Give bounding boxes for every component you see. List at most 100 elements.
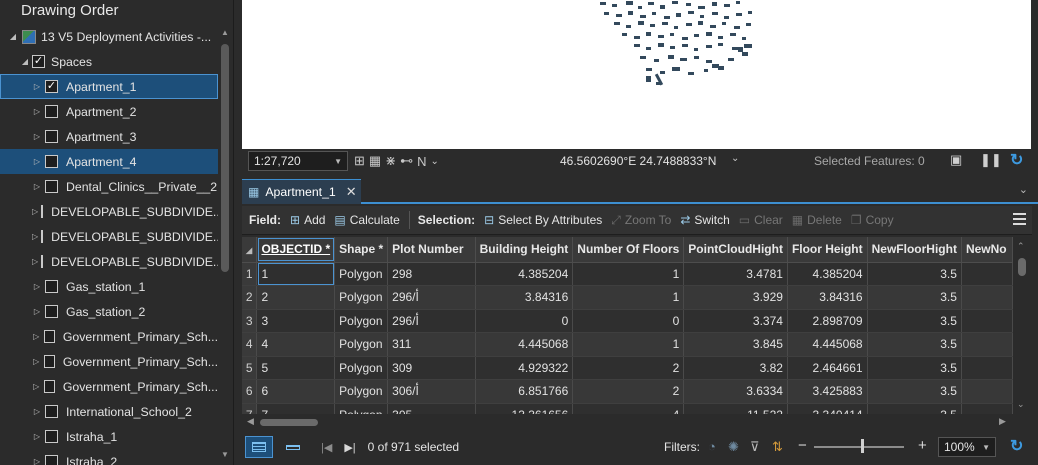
layer-visibility-checkbox[interactable]: ✓ (45, 80, 58, 93)
table-cell[interactable]: 3.425883 (787, 379, 868, 404)
layer-visibility-checkbox[interactable]: ✓ (32, 55, 45, 68)
table-cell[interactable] (961, 309, 1013, 333)
table-row[interactable]: 6 6 Polygon 306/أ 6.851766 2 3.6334 3.425883 3.5 (242, 379, 1013, 404)
table-cell[interactable]: 3.374 (683, 309, 788, 333)
table-row[interactable]: 4 4 Polygon 311 4.445068 1 3.845 4.445068 3.5 (242, 332, 1013, 357)
scroll-up-icon[interactable]: ▲ (220, 28, 230, 37)
table-cell[interactable]: Polygon (334, 309, 389, 333)
table-cell[interactable]: 3.5 (867, 309, 962, 333)
table-vertical-scrollbar[interactable]: ⌃ ⌄ (1013, 237, 1031, 414)
table-cell[interactable]: 3.4781 (683, 262, 788, 286)
scrollbar-thumb[interactable] (1018, 258, 1026, 276)
row-number[interactable]: 4 (242, 332, 258, 357)
expand-icon[interactable]: ▷ (32, 457, 42, 465)
time-filter-icon[interactable]: ✺ (728, 439, 739, 455)
layer-visibility-checkbox[interactable] (41, 255, 44, 268)
table-cell[interactable]: 311 (387, 332, 476, 357)
screen-icon[interactable]: ▣ (950, 152, 962, 168)
table-cell[interactable]: 3.5 (867, 379, 962, 404)
table-cell[interactable]: 2 (572, 356, 685, 380)
zoom-in-icon[interactable]: + (918, 437, 927, 454)
column-header[interactable]: Shape * (334, 237, 389, 263)
table-horizontal-scrollbar[interactable]: ◀ ▶ (242, 414, 1013, 431)
layer-item[interactable]: ▷ DEVELOPABLE_SUBDIVIDE... (0, 199, 218, 224)
table-cell[interactable]: 296/أ (387, 285, 476, 310)
column-header[interactable]: OBJECTID * (256, 237, 336, 263)
table-cell[interactable]: 3.5 (867, 332, 962, 357)
layer-item[interactable]: ▷ DEVELOPABLE_SUBDIVIDE... (0, 249, 218, 274)
table-cell[interactable]: 3.84316 (475, 285, 574, 310)
scroll-down-icon[interactable]: ⌄ (1017, 399, 1025, 410)
table-cell[interactable]: 6.851766 (475, 379, 574, 404)
first-record-icon[interactable]: |◀ (321, 441, 332, 454)
table-cell[interactable]: Polygon (334, 356, 389, 380)
table-cell[interactable]: 0 (572, 309, 685, 333)
table-cell[interactable]: 1 (572, 332, 685, 357)
attribute-table[interactable]: ◢ OBJECTID * Shape * Plot Number Buildin… (242, 237, 1013, 414)
table-cell[interactable] (961, 403, 1013, 414)
table-cell[interactable]: 13.361656 (475, 403, 574, 414)
select-by-attributes-button[interactable]: ⊟ Select By Attributes (484, 213, 602, 227)
map-view[interactable] (242, 0, 1031, 149)
column-header[interactable]: Number Of Floors (572, 237, 685, 263)
table-grid-icon[interactable]: ▦ (369, 153, 381, 169)
scroll-right-icon[interactable]: ▶ (999, 416, 1006, 427)
layer-item[interactable]: ▷ Gas_station_1 (0, 274, 218, 299)
layer-item[interactable]: ▷ Government_Primary_Sch... (0, 324, 218, 349)
table-row[interactable]: 1 1 Polygon 298 4.385204 1 3.4781 4.385204 3.5 (242, 262, 1013, 286)
expand-icon[interactable]: ▷ (32, 432, 42, 442)
table-cell[interactable]: 3.5 (867, 356, 962, 380)
table-cell[interactable] (961, 332, 1013, 357)
table-cell[interactable] (961, 379, 1013, 404)
show-selected-records-button[interactable] (279, 436, 307, 458)
layer-visibility-checkbox[interactable] (45, 280, 58, 293)
layer-visibility-checkbox[interactable] (45, 180, 58, 193)
layer-item[interactable]: ▷ Istraha_2 (0, 449, 218, 465)
layer-item[interactable]: ▷ ✓ Apartment_1 (0, 74, 218, 99)
column-header[interactable]: Floor Height (787, 237, 868, 263)
tab-apartment-1[interactable]: ▦ Apartment_1 ✕ (242, 179, 361, 204)
table-cell[interactable]: 3.5 (867, 262, 962, 286)
table-cell[interactable]: Polygon (334, 379, 389, 404)
close-icon[interactable]: ✕ (346, 184, 357, 200)
calculate-field-button[interactable]: ▤ Calculate (334, 213, 399, 227)
layer-item[interactable]: ▷ Government_Primary_Sch... (0, 374, 218, 399)
table-cell[interactable] (961, 356, 1013, 380)
extent-filter-icon[interactable]: ◔ (708, 439, 716, 454)
north-arrow-icon[interactable]: N (417, 154, 426, 169)
expand-icon[interactable]: ▷ (32, 132, 42, 142)
table-cell[interactable]: 309 (387, 356, 476, 380)
column-header[interactable]: NewFloorHight (867, 237, 962, 263)
tab-list-chevron-icon[interactable]: ⌄ (1019, 183, 1028, 196)
table-cell[interactable]: 3.845 (683, 332, 788, 357)
map-node[interactable]: ◢ 13 V5 Deployment Activities -... (0, 24, 218, 49)
pause-icon[interactable]: ❚❚ (980, 152, 1002, 168)
table-zoom-dropdown[interactable]: 100% ▼ (938, 437, 996, 457)
table-cell[interactable]: 296/أ (387, 309, 476, 333)
row-number[interactable]: 5 (242, 356, 258, 380)
table-options-menu-icon[interactable] (1013, 213, 1026, 225)
row-selector-header[interactable]: ◢ (242, 237, 258, 263)
layer-visibility-checkbox[interactable] (41, 205, 44, 218)
collapse-icon[interactable]: ◢ (8, 32, 18, 42)
table-cell[interactable]: 4.385204 (787, 262, 868, 286)
table-cell[interactable]: 0 (475, 309, 574, 333)
expand-icon[interactable]: ▷ (32, 207, 38, 217)
layer-item[interactable]: ▷ Istraha_1 (0, 424, 218, 449)
expand-icon[interactable]: ▷ (32, 307, 42, 317)
layer-visibility-checkbox[interactable] (43, 380, 55, 393)
column-header[interactable]: Building Height (475, 237, 574, 263)
table-cell[interactable]: 7 (256, 403, 336, 414)
layer-item[interactable]: ▷ International_School_2 (0, 399, 218, 424)
expand-icon[interactable]: ▷ (32, 357, 41, 367)
layer-item[interactable]: ▷ Apartment_4 (0, 149, 218, 174)
sort-filter-icon[interactable]: ⇅ (772, 439, 783, 455)
expand-icon[interactable]: ▷ (32, 282, 42, 292)
scale-selector[interactable]: 1:27,720 ▼ (248, 151, 348, 171)
table-cell[interactable]: 3.82 (683, 356, 788, 380)
snapping-icon[interactable]: ⋇ (385, 153, 396, 169)
table-cell[interactable]: 3.340414 (787, 403, 868, 414)
selected-features-count[interactable]: Selected Features: 0 (814, 154, 925, 168)
table-cell[interactable]: 3.84316 (787, 285, 868, 310)
collapse-icon[interactable]: ◢ (20, 57, 30, 67)
